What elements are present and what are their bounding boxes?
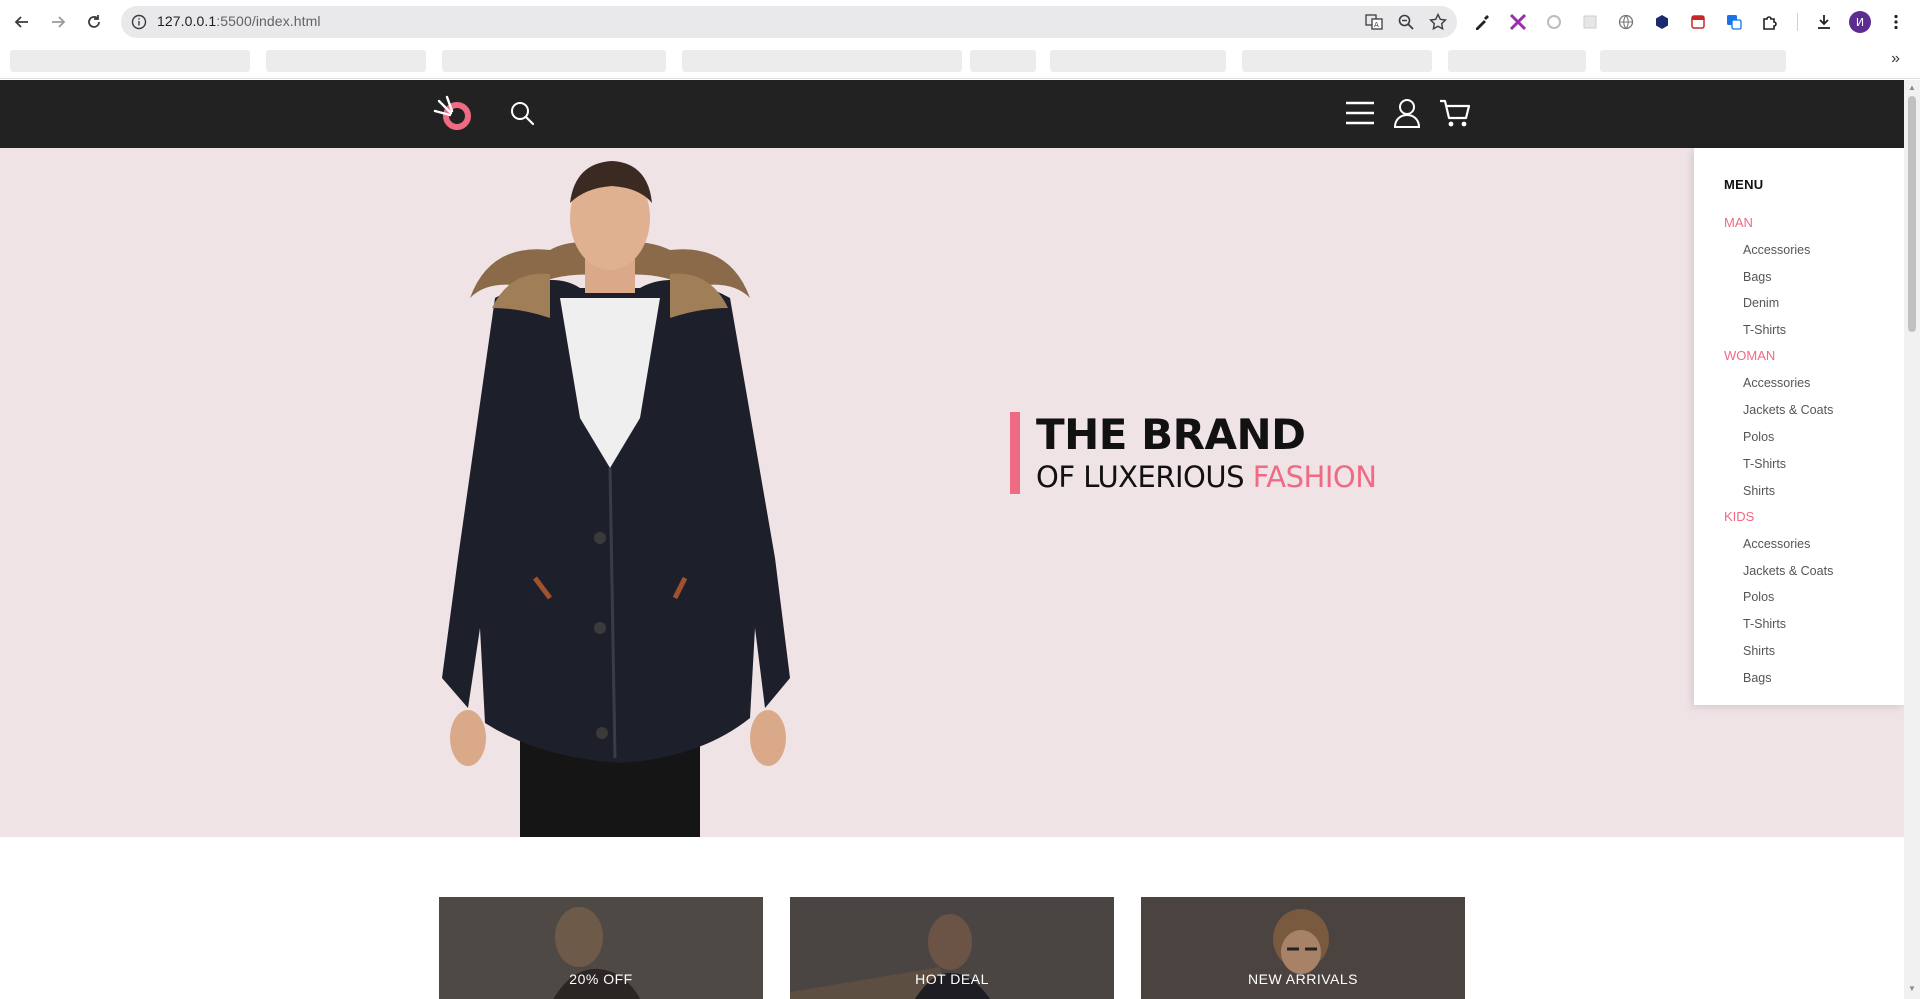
back-button[interactable] [10, 10, 34, 34]
menu-item[interactable]: Shirts [1743, 484, 1775, 498]
bookmark-item[interactable] [10, 50, 250, 72]
scroll-thumb[interactable] [1908, 96, 1916, 332]
menu-item[interactable]: T-Shirts [1743, 457, 1786, 471]
menu-item[interactable]: Accessories [1743, 537, 1810, 551]
hero-banner: THE BRAND OF LUXERIOUS FASHION [0, 148, 1904, 837]
menu-item[interactable]: Bags [1743, 270, 1772, 284]
profile-avatar[interactable]: И [1848, 10, 1872, 34]
menu-item[interactable]: Shirts [1743, 644, 1775, 658]
forward-button[interactable] [46, 10, 70, 34]
reload-icon [88, 15, 100, 28]
hero-subtitle: OF LUXERIOUS FASHION [1036, 460, 1377, 494]
bookmark-star-icon[interactable] [1429, 13, 1447, 31]
bookmark-item[interactable] [970, 50, 1036, 72]
menu-item[interactable]: Accessories [1743, 243, 1810, 257]
bookmark-item[interactable] [1050, 50, 1226, 72]
translate-icon[interactable]: A [1365, 13, 1383, 31]
browser-menu-icon[interactable] [1884, 10, 1908, 34]
eyedropper-extension-icon[interactable] [1470, 10, 1494, 34]
promo-card[interactable]: NEW ARRIVALS [1141, 897, 1465, 999]
cross-extension-icon[interactable] [1506, 10, 1530, 34]
toolbar-divider [1794, 10, 1800, 34]
menu-icon[interactable] [1345, 100, 1375, 126]
bookmarks-overflow-icon[interactable]: » [1891, 50, 1900, 68]
menu-item[interactable]: T-Shirts [1743, 617, 1786, 631]
menu-item[interactable]: Denim [1743, 296, 1779, 310]
menu-category-woman[interactable]: WOMAN [1724, 348, 1775, 363]
profile-initial: И [1849, 11, 1871, 33]
menu-item[interactable]: Polos [1743, 590, 1774, 604]
search-icon[interactable] [509, 100, 535, 126]
site-header [0, 80, 1904, 148]
square-extension-icon[interactable] [1578, 10, 1602, 34]
address-bar[interactable]: 127.0.0.1:5500/index.html A [121, 6, 1457, 38]
arrow-right-icon [52, 16, 66, 28]
scroll-up-arrow-icon[interactable]: ▲ [1908, 84, 1916, 92]
menu-category-kids[interactable]: KIDS [1724, 509, 1754, 524]
bookmark-item[interactable] [1600, 50, 1786, 72]
scroll-down-arrow-icon[interactable]: ▼ [1908, 985, 1916, 993]
menu-category-man[interactable]: MAN [1724, 215, 1753, 230]
promo-label: HOT DEAL [915, 971, 989, 987]
bookmark-item[interactable] [682, 50, 962, 72]
menu-item[interactable]: Polos [1743, 430, 1774, 444]
menu-item[interactable]: Accessories [1743, 376, 1810, 390]
bookmark-item[interactable] [1448, 50, 1586, 72]
reload-button[interactable] [82, 10, 106, 34]
menu-item[interactable]: Jackets & Coats [1743, 403, 1833, 417]
promo-label: NEW ARRIVALS [1248, 971, 1358, 987]
download-icon[interactable] [1812, 10, 1836, 34]
bookmarks-bar: » [0, 44, 1920, 79]
promo-card[interactable]: 20% OFF [439, 897, 763, 999]
brand-logo[interactable] [433, 95, 475, 131]
menu-title: MENU [1724, 177, 1764, 192]
url-text[interactable]: 127.0.0.1:5500/index.html [157, 13, 321, 29]
bookmark-item[interactable] [1242, 50, 1432, 72]
tagline-accent-bar [1010, 412, 1020, 494]
hero-subtitle-accent: FASHION [1252, 460, 1377, 494]
calendar-extension-icon[interactable] [1686, 10, 1710, 34]
page-viewport: THE BRAND OF LUXERIOUS FASHION MENU MAN … [0, 80, 1904, 999]
menu-item[interactable]: T-Shirts [1743, 323, 1786, 337]
hero-title: THE BRAND [1036, 410, 1306, 459]
hexagon-extension-icon[interactable] [1650, 10, 1674, 34]
bookmark-item[interactable] [442, 50, 666, 72]
globe-extension-icon[interactable] [1614, 10, 1638, 34]
site-info-icon[interactable] [131, 14, 147, 30]
hero-subtitle-main: OF LUXERIOUS [1036, 460, 1253, 494]
arrow-left-icon [14, 16, 28, 28]
hero-model-image [442, 161, 790, 837]
circle-extension-icon[interactable] [1542, 10, 1566, 34]
menu-item[interactable]: Bags [1743, 671, 1772, 685]
user-icon[interactable] [1393, 98, 1421, 128]
menu-item[interactable]: Jackets & Coats [1743, 564, 1833, 578]
main-menu-dropdown: MENU MAN Accessories Bags Denim T-Shirts… [1694, 148, 1904, 705]
bookmark-item[interactable] [266, 50, 426, 72]
promo-card[interactable]: HOT DEAL [790, 897, 1114, 999]
translate-extension-icon[interactable] [1722, 10, 1746, 34]
zoom-icon[interactable] [1397, 13, 1415, 31]
cart-icon[interactable] [1439, 98, 1471, 128]
svg-text:A: A [1374, 21, 1379, 29]
promo-label: 20% OFF [569, 971, 633, 987]
puzzle-extensions-icon[interactable] [1758, 10, 1782, 34]
browser-toolbar: 127.0.0.1:5500/index.html A И [0, 0, 1920, 44]
page-scrollbar[interactable]: ▲ ▼ [1904, 80, 1920, 999]
